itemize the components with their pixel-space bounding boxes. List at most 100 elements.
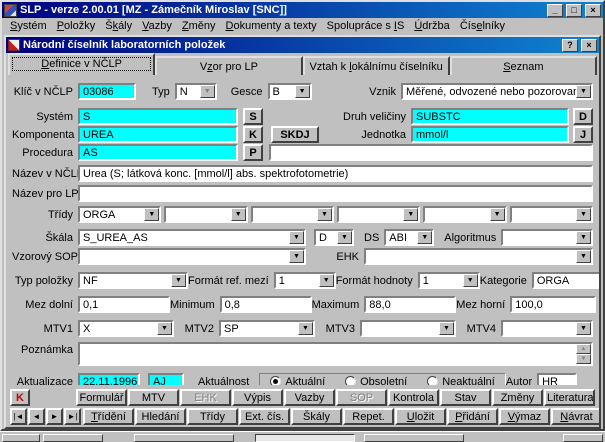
skaly-button[interactable]: Škály [291, 408, 342, 425]
nazev-v-nclp-input[interactable]: Urea (S; látková konc. [mmol/l] abs. spe… [78, 165, 593, 182]
system-input[interactable]: S [78, 108, 238, 125]
dropdown-arrow-icon[interactable]: ▼ [490, 208, 505, 221]
komponenta-button[interactable]: K [243, 126, 263, 143]
format-ref-mezi-select[interactable]: 1▼ [274, 272, 336, 289]
mtv3-select[interactable]: ▼ [360, 320, 456, 337]
vypis-button[interactable]: Výpis [232, 389, 283, 406]
tab-vzor-pro-lp[interactable]: Vzor pro LP [155, 56, 302, 75]
tridy-select-4[interactable]: ▼ [337, 206, 420, 223]
dropdown-arrow-icon[interactable]: ▼ [403, 208, 418, 221]
zmeny-button[interactable]: Změny [492, 389, 543, 406]
scroll-up-icon[interactable]: ▲ [576, 344, 591, 354]
tridy-select-1[interactable]: ORGA▼ [78, 206, 161, 223]
tridy-select-5[interactable]: ▼ [423, 206, 506, 223]
taskbar-item[interactable] [364, 434, 464, 442]
mtv-button[interactable]: MTV [128, 389, 179, 406]
menu-item-system[interactable]: Systém [5, 19, 52, 33]
mtv1-select[interactable]: X▼ [78, 320, 174, 337]
kontrola-button[interactable]: Kontrola [388, 389, 439, 406]
dialog-close-button[interactable]: × [581, 39, 597, 52]
dropdown-arrow-icon[interactable]: ▼ [289, 250, 304, 263]
radio-obsoletni[interactable]: Obsoletní [345, 376, 407, 386]
skala-select[interactable]: S_UREA_AS▼ [78, 229, 306, 246]
ehk-select[interactable]: ▼ [364, 248, 593, 265]
druh-veliciny-input[interactable]: SUBSTC [411, 108, 569, 125]
dropdown-arrow-icon[interactable]: ▼ [576, 231, 591, 244]
aktualizace-code-input[interactable]: AJ [148, 373, 184, 385]
jednotka-button[interactable]: J [573, 126, 593, 143]
dropdown-arrow-icon[interactable]: ▼ [144, 208, 159, 221]
dropdown-arrow-icon[interactable]: ▼ [576, 322, 591, 335]
aktualizace-date-input[interactable]: 22.11.1996 [78, 373, 140, 385]
dropdown-arrow-icon[interactable]: ▼ [171, 274, 186, 287]
navrat-button[interactable]: Návrat [551, 408, 601, 425]
komponenta-input[interactable]: UREA [78, 126, 238, 143]
dropdown-arrow-icon[interactable]: ▼ [289, 231, 304, 244]
vzorovy-sop-select[interactable]: ▼ [78, 248, 306, 265]
taskbar-item-active[interactable] [255, 434, 355, 442]
dropdown-arrow-icon[interactable]: ▼ [337, 231, 352, 244]
menu-item-polozky[interactable]: Položky [52, 19, 101, 33]
trideni-button[interactable]: Třídění [83, 408, 134, 425]
dropdown-arrow-icon[interactable]: ▼ [576, 85, 591, 98]
kategorie-input[interactable]: ORGA [532, 272, 599, 289]
poznamka-textarea[interactable]: ▲ ▼ [78, 342, 593, 366]
radio-neaktualni[interactable]: Neaktuální [427, 376, 495, 386]
menu-item-zmeny[interactable]: Změny [177, 19, 221, 33]
formular-button[interactable]: Formulář [76, 389, 127, 406]
procedura-input[interactable]: AS [78, 144, 238, 161]
tridy-select-3[interactable]: ▼ [251, 206, 334, 223]
menu-item-vazby[interactable]: Vazby [137, 19, 177, 33]
nav-prev-button[interactable]: ◄ [28, 408, 45, 425]
close-button[interactable]: × [585, 4, 601, 17]
tridy-select-6[interactable]: ▼ [510, 206, 593, 223]
repet-button[interactable]: Repet. [343, 408, 394, 425]
menu-item-ciselniky[interactable]: Číselníky [455, 19, 510, 33]
maximize-button[interactable]: □ [566, 4, 582, 17]
tridy-button[interactable]: Třídy [187, 408, 238, 425]
skdj-button[interactable]: SKDJ [271, 126, 319, 143]
stav-button[interactable]: Stav [440, 389, 491, 406]
nav-first-button[interactable]: |◄ [10, 408, 27, 425]
dropdown-arrow-icon[interactable]: ▼ [417, 231, 432, 244]
pridani-button[interactable]: Přidání [447, 408, 498, 425]
typ-select[interactable]: N▼ [175, 83, 217, 100]
druh-veliciny-button[interactable]: D [573, 108, 593, 125]
taskbar-item[interactable] [43, 434, 103, 442]
vznik-select[interactable]: Měřené, odvozené nebo pozorované v la▼ [401, 83, 593, 100]
ext-cis-button[interactable]: Ext. čís. [239, 408, 290, 425]
autor-input[interactable]: HR [537, 373, 577, 385]
system-button[interactable]: S [243, 108, 263, 125]
gesce-select[interactable]: B▼ [268, 83, 312, 100]
radio-aktualni[interactable]: Aktuální [270, 376, 325, 386]
scroll-down-icon[interactable]: ▼ [576, 354, 591, 364]
tab-seznam[interactable]: Seznam [450, 56, 597, 75]
mez-dolni-input[interactable]: 0,1 [78, 296, 170, 313]
nazev-pro-lp-input[interactable] [78, 185, 593, 202]
dropdown-arrow-icon[interactable]: ▼ [200, 85, 215, 98]
menu-item-skaly[interactable]: Škály [100, 19, 137, 33]
algoritmus-select[interactable]: ▼ [501, 229, 593, 246]
mtv2-select[interactable]: SP▼ [219, 320, 315, 337]
jednotka-input[interactable]: mmol/l [411, 126, 569, 143]
procedura-button[interactable]: P [243, 144, 263, 161]
nav-next-button[interactable]: ► [46, 408, 63, 425]
dropdown-arrow-icon[interactable]: ▼ [298, 322, 313, 335]
typ-polozky-select[interactable]: NF▼ [78, 272, 188, 289]
tridy-select-2[interactable]: ▼ [164, 206, 247, 223]
mtv4-select[interactable]: ▼ [501, 320, 593, 337]
ds-select[interactable]: ABI▼ [384, 229, 434, 246]
dropdown-arrow-icon[interactable]: ▼ [231, 208, 246, 221]
vymaz-button[interactable]: Výmaz [499, 408, 550, 425]
dropdown-arrow-icon[interactable]: ▼ [157, 322, 172, 335]
taskbar-item[interactable] [134, 434, 234, 442]
dropdown-arrow-icon[interactable]: ▼ [576, 208, 591, 221]
vazby-button[interactable]: Vazby [284, 389, 335, 406]
menu-item-udrzba[interactable]: Údržba [409, 19, 454, 33]
help-button[interactable]: ? [562, 39, 578, 52]
literatura-button[interactable]: Literatura [544, 389, 595, 406]
ulozit-button[interactable]: Uložit [395, 408, 446, 425]
skala-flag-select[interactable]: D▼ [314, 229, 354, 246]
maximum-input[interactable]: 88,0 [364, 296, 456, 313]
mez-horni-input[interactable]: 100,0 [510, 296, 596, 313]
